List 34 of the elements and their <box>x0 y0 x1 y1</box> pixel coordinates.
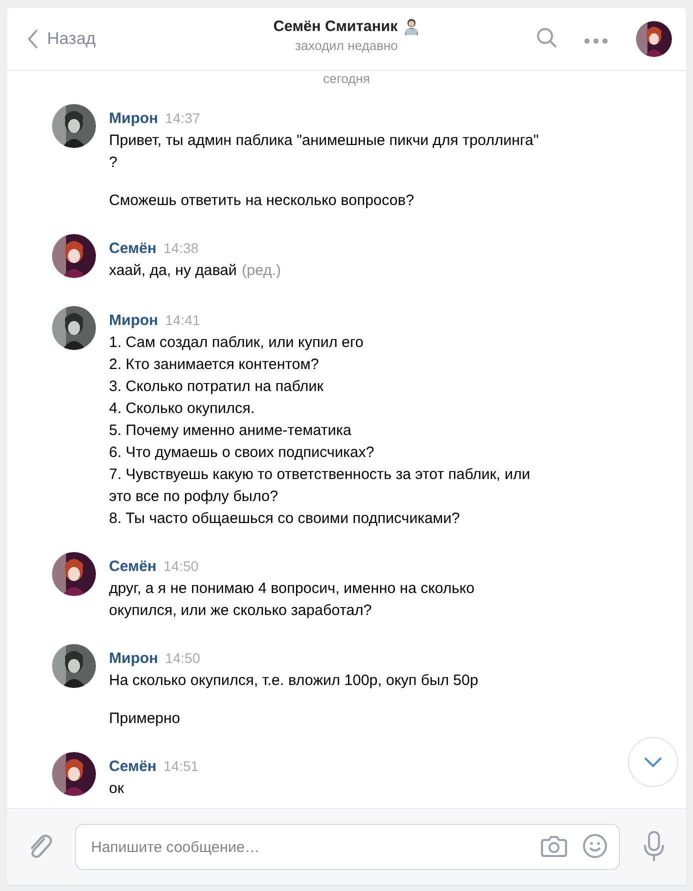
last-seen-status: заходил недавно <box>295 38 398 53</box>
message-time: 14:37 <box>165 109 200 128</box>
sender-name[interactable]: Семён <box>109 238 156 260</box>
message-time: 14:38 <box>163 239 199 258</box>
camera-icon <box>540 834 568 858</box>
sender-name[interactable]: Семён <box>109 556 156 578</box>
message-time: 14:50 <box>165 649 200 668</box>
chat-title: Семён Смитаник <box>273 18 398 35</box>
sender-name[interactable]: Мирон <box>109 648 158 670</box>
sender-name[interactable]: Семён <box>109 756 156 778</box>
chevron-down-icon <box>644 757 662 767</box>
microphone-icon <box>642 830 666 862</box>
search-icon <box>536 26 558 48</box>
message-text: На сколько окупился, т.е. вложил 100р, окуп был 50р <box>109 671 478 691</box>
message-text: друг, а я не понимаю 4 вопросич, именно на сколько окупился, или же сколько заработал? <box>109 579 474 621</box>
chevron-left-icon <box>27 28 39 50</box>
message-time: 14:41 <box>165 311 200 330</box>
edited-label: (ред.) <box>242 261 281 281</box>
message-time: 14:51 <box>163 757 199 776</box>
message-time: 14:50 <box>163 557 199 576</box>
message-text: Примерно <box>109 709 180 729</box>
message-input-field[interactable]: Напишите сообщение… <box>75 824 620 870</box>
more-icon <box>584 38 608 44</box>
message-text: ок <box>109 779 124 799</box>
message-text: Привет, ты админ паблика "анимешные пикчи для троллинга" ? <box>109 131 539 173</box>
smiley-icon <box>582 832 608 858</box>
message-text: Сможешь ответить на несколько вопросов? <box>109 191 414 211</box>
sender-name[interactable]: Мирон <box>109 108 158 130</box>
scroll-down-button[interactable] <box>628 737 678 787</box>
message-text: 1. Сам создал паблик, или купил его 2. Кто занимается контентом? 3. Сколько потратил на паблик 4. Сколько окупился. 5. Почему именно аниме-тематика 6. Что думаешь о своих подписчиках? 7. Чувствуешь какую то ответственность за этот паблик, или это все по рофлу было? 8. Ты часто общаешься со своими подписчиками? <box>109 333 530 529</box>
date-divider: сегодня <box>323 71 370 86</box>
message-text: хаай, да, ну давай <box>109 261 237 281</box>
sender-name[interactable]: Мирон <box>109 310 158 332</box>
person-laptop-icon <box>402 18 420 35</box>
